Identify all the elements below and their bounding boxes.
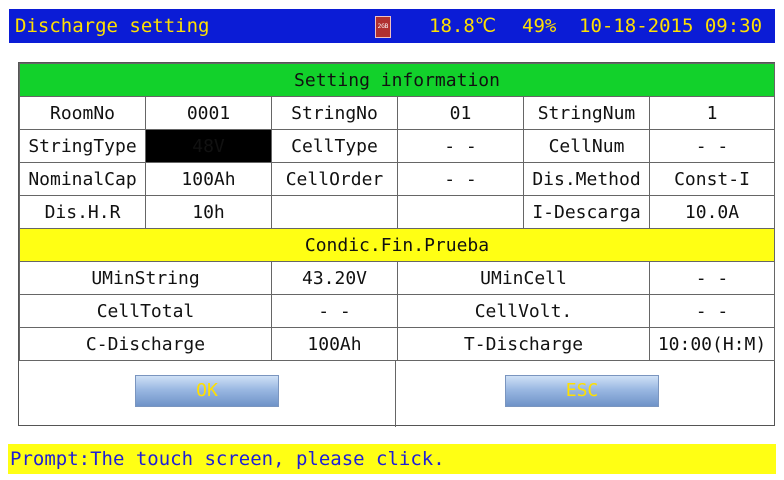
- setting-info-header: Setting information: [19, 63, 775, 97]
- cell-num-value[interactable]: - -: [649, 129, 775, 163]
- settings-table: Setting information RoomNo 0001 StringNo…: [19, 63, 775, 361]
- table-row: C-Discharge 100Ah T-Discharge 10:00(H:M): [19, 327, 775, 361]
- sd-card-icon: 2GB: [375, 16, 391, 38]
- table-row: StringType 48V CellType - - CellNum - -: [19, 129, 775, 163]
- divider: [395, 361, 396, 427]
- umin-string-value[interactable]: 43.20V: [271, 261, 398, 295]
- temperature-readout: 18.8℃: [429, 15, 497, 37]
- dis-method-value[interactable]: Const-I: [649, 162, 775, 196]
- title-bar: Discharge setting 2GB 18.8℃ 49% 10-18-20…: [9, 9, 775, 43]
- string-num-value[interactable]: 1: [649, 96, 775, 130]
- c-discharge-value[interactable]: 100Ah: [271, 327, 398, 361]
- prompt-bar: Prompt:The touch screen, please click.: [8, 444, 776, 474]
- dis-hr-value[interactable]: 10h: [145, 195, 272, 229]
- cell-order-label: CellOrder: [271, 162, 398, 196]
- t-discharge-value[interactable]: 10:00(H:M): [649, 327, 775, 361]
- string-num-label: StringNum: [523, 96, 650, 130]
- table-row: RoomNo 0001 StringNo 01 StringNum 1: [19, 96, 775, 130]
- c-discharge-label: C-Discharge: [19, 327, 272, 361]
- button-row: OK ESC: [19, 361, 774, 427]
- string-type-label: StringType: [19, 129, 146, 163]
- cell-num-label: CellNum: [523, 129, 650, 163]
- dis-method-label: Dis.Method: [523, 162, 650, 196]
- room-no-value[interactable]: 0001: [145, 96, 272, 130]
- cell-type-label: CellType: [271, 129, 398, 163]
- end-conditions-header-row: Condic.Fin.Prueba: [19, 228, 775, 262]
- ok-button[interactable]: OK: [135, 375, 279, 407]
- umin-cell-label: UMinCell: [397, 261, 650, 295]
- table-row: UMinString 43.20V UMinCell - -: [19, 261, 775, 295]
- cell-type-value[interactable]: - -: [397, 129, 524, 163]
- cell-total-label: CellTotal: [19, 294, 272, 328]
- setting-info-header-row: Setting information: [19, 63, 775, 97]
- nominal-cap-label: NominalCap: [19, 162, 146, 196]
- room-no-label: RoomNo: [19, 96, 146, 130]
- page-title: Discharge setting: [15, 15, 210, 37]
- table-row: Dis.H.R 10h I-Descarga 10.0A: [19, 195, 775, 229]
- cell-order-value[interactable]: - -: [397, 162, 524, 196]
- prompt-text: Prompt:The touch screen, please click.: [10, 448, 445, 470]
- battery-readout: 49%: [522, 15, 557, 37]
- datetime-readout: 10-18-2015 09:30: [579, 15, 763, 37]
- string-no-value[interactable]: 01: [397, 96, 524, 130]
- umin-cell-value[interactable]: - -: [649, 261, 775, 295]
- umin-string-label: UMinString: [19, 261, 272, 295]
- table-row: CellTotal - - CellVolt. - -: [19, 294, 775, 328]
- cell-volt-label: CellVolt.: [397, 294, 650, 328]
- end-conditions-header: Condic.Fin.Prueba: [19, 228, 775, 262]
- cell-volt-value[interactable]: - -: [649, 294, 775, 328]
- string-no-label: StringNo: [271, 96, 398, 130]
- table-row: NominalCap 100Ah CellOrder - - Dis.Metho…: [19, 162, 775, 196]
- settings-panel: Setting information RoomNo 0001 StringNo…: [18, 62, 775, 427]
- i-descarga-value[interactable]: 10.0A: [649, 195, 775, 229]
- i-descarga-label: I-Descarga: [523, 195, 650, 229]
- nominal-cap-value[interactable]: 100Ah: [145, 162, 272, 196]
- dis-hr-label: Dis.H.R: [19, 195, 146, 229]
- t-discharge-label: T-Discharge: [397, 327, 650, 361]
- esc-button[interactable]: ESC: [505, 375, 659, 407]
- string-type-value[interactable]: 48V: [145, 129, 272, 163]
- empty-cell: [397, 195, 524, 229]
- empty-cell: [271, 195, 398, 229]
- cell-total-value[interactable]: - -: [271, 294, 398, 328]
